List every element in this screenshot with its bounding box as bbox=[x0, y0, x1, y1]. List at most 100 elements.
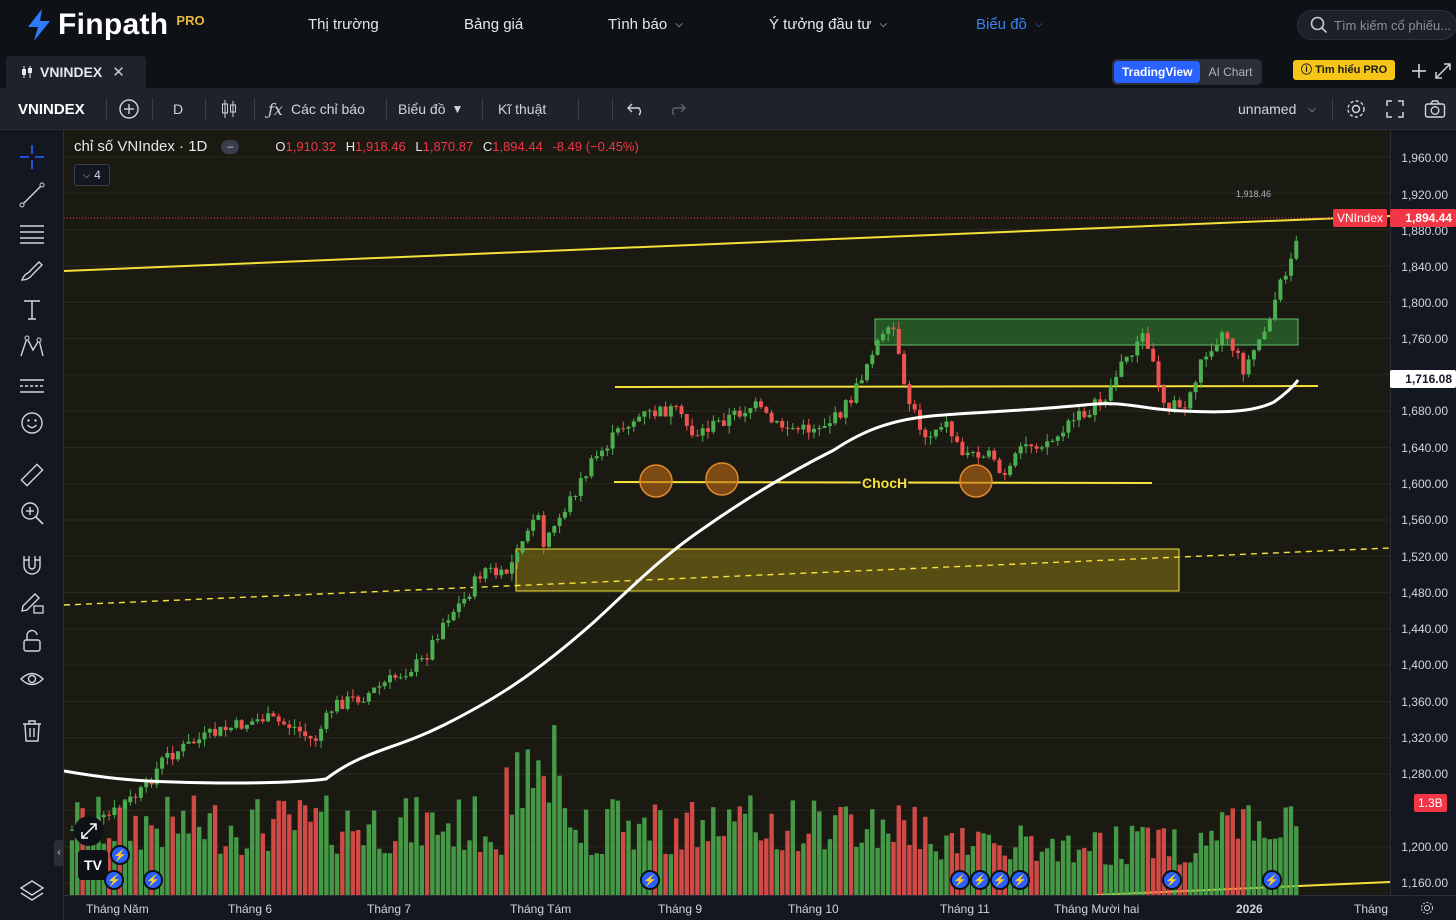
settings-button[interactable] bbox=[1345, 88, 1367, 130]
compare-symbol-button[interactable] bbox=[118, 88, 140, 130]
visibility-tool[interactable] bbox=[17, 664, 47, 694]
last-price-badge: 1,894.44 bbox=[1390, 209, 1456, 227]
candle-body bbox=[1278, 279, 1283, 300]
chevron-down-icon: ⌵ bbox=[879, 19, 888, 30]
pattern-tool[interactable] bbox=[17, 332, 47, 362]
legend-title[interactable]: chỉ số VNIndex · 1D bbox=[74, 138, 207, 155]
event-marker[interactable]: ⚡ bbox=[1010, 870, 1030, 890]
trend-line-tool[interactable] bbox=[17, 180, 47, 210]
event-marker[interactable]: ⚡ bbox=[104, 870, 124, 890]
close-icon[interactable]: ✕ bbox=[112, 63, 125, 81]
volume-bar bbox=[939, 859, 944, 895]
remove-drawings-tool[interactable] bbox=[17, 716, 47, 746]
event-marker[interactable]: ⚡ bbox=[990, 870, 1010, 890]
tab-vnindex[interactable]: VNINDEX ✕ bbox=[6, 56, 146, 88]
emoji-tool[interactable] bbox=[17, 408, 47, 438]
volume-bar bbox=[430, 812, 435, 895]
screenshot-button[interactable] bbox=[1424, 88, 1446, 130]
event-marker[interactable]: ⚡ bbox=[1262, 870, 1282, 890]
legend-toggle-button[interactable]: – bbox=[221, 139, 240, 154]
volume-bar bbox=[313, 808, 318, 895]
candle-body bbox=[1209, 351, 1214, 357]
nav-charts[interactable]: Biểu đồ ⌵ bbox=[976, 16, 1042, 33]
brush-tool[interactable] bbox=[17, 256, 47, 286]
volume-badge: 1.3B bbox=[1414, 794, 1447, 812]
volume-bar bbox=[165, 796, 170, 895]
object-tree-tool[interactable] bbox=[17, 876, 47, 906]
brand-logo[interactable]: Finpath PRO bbox=[26, 8, 205, 42]
redo-button[interactable] bbox=[668, 88, 686, 130]
fullscreen-icon bbox=[1386, 100, 1404, 118]
chart-style-button[interactable] bbox=[220, 88, 238, 130]
candle-body bbox=[393, 675, 398, 678]
undo-button[interactable] bbox=[627, 88, 645, 130]
tradingview-logo[interactable]: TV bbox=[78, 850, 108, 880]
interval-selector[interactable]: D bbox=[173, 88, 183, 130]
event-marker[interactable]: ⚡ bbox=[143, 870, 163, 890]
indicators-button[interactable]: ƒx Các chỉ báo bbox=[268, 88, 365, 130]
unlock-icon bbox=[23, 629, 41, 652]
candle-body bbox=[902, 353, 907, 385]
ai-chart-toggle[interactable]: AI Chart bbox=[1200, 61, 1260, 83]
candle-body bbox=[668, 406, 673, 417]
indicators-collapse-button[interactable]: ⌵ 4 bbox=[74, 164, 110, 186]
volume-bar bbox=[1029, 836, 1034, 895]
crosshair-tool[interactable] bbox=[17, 142, 47, 172]
time-axis[interactable]: Tháng Năm Tháng 6 Tháng 7 Tháng Tám Thán… bbox=[64, 895, 1456, 920]
text-tool[interactable] bbox=[17, 294, 47, 324]
nav-investment-ideas[interactable]: Ý tưởng đầu tư ⌵ bbox=[769, 16, 887, 33]
volume-bar bbox=[1034, 860, 1039, 895]
expand-icon[interactable] bbox=[1434, 62, 1452, 80]
chart-type-dropdown[interactable]: Biểu đồ ▼ bbox=[398, 88, 463, 130]
candle-body bbox=[456, 603, 461, 612]
close-value: 1,894.44 bbox=[492, 139, 543, 154]
lock-tool[interactable] bbox=[17, 626, 47, 656]
learn-pro-button[interactable]: ⓘ Tìm hiểu PRO bbox=[1293, 60, 1396, 80]
plus-icon[interactable] bbox=[1410, 62, 1428, 80]
maximize-chart-button[interactable] bbox=[74, 816, 104, 846]
forecast-tool[interactable] bbox=[17, 370, 47, 400]
event-marker[interactable]: ⚡ bbox=[110, 845, 130, 865]
volume-bar bbox=[477, 851, 483, 895]
volume-bar bbox=[69, 840, 75, 895]
volume-bar bbox=[742, 813, 748, 895]
candle-body bbox=[764, 407, 769, 413]
price-tick: 1,960.00 bbox=[1401, 151, 1448, 165]
layout-selector[interactable]: unnamed ⌵ bbox=[1238, 88, 1316, 130]
nav-market[interactable]: Thị trường bbox=[308, 16, 379, 33]
candle-body bbox=[366, 692, 371, 702]
price-axis[interactable]: 1,960.00 1,920.00 1,880.00 1,840.00 1,80… bbox=[1390, 130, 1456, 895]
fullscreen-button[interactable] bbox=[1385, 88, 1405, 130]
candle-body bbox=[573, 495, 578, 497]
event-marker[interactable]: ⚡ bbox=[1162, 870, 1182, 890]
collapse-toolbar-button[interactable]: ‹ bbox=[54, 840, 64, 866]
ruler-tool[interactable] bbox=[17, 460, 47, 490]
zoom-tool[interactable] bbox=[17, 498, 47, 528]
tradingview-toggle[interactable]: TradingView bbox=[1114, 61, 1201, 83]
volume-bar bbox=[483, 836, 488, 895]
volume-bar bbox=[626, 820, 631, 895]
volume-bar bbox=[1288, 806, 1294, 895]
nav-price-board[interactable]: Bảng giá bbox=[464, 16, 523, 33]
event-marker[interactable]: ⚡ bbox=[950, 870, 970, 890]
event-marker[interactable]: ⚡ bbox=[640, 870, 660, 890]
nav-intelligence[interactable]: Tình báo ⌵ bbox=[608, 16, 683, 33]
magnet-tool[interactable] bbox=[17, 550, 47, 580]
candle-body bbox=[462, 598, 467, 604]
time-axis-settings-icon[interactable] bbox=[1420, 901, 1434, 915]
technical-button[interactable]: Kĩ thuật bbox=[498, 88, 546, 130]
candle-body bbox=[218, 726, 223, 736]
volume-bar bbox=[1113, 826, 1119, 895]
event-marker[interactable]: ⚡ bbox=[970, 870, 990, 890]
candle-body bbox=[711, 420, 716, 432]
symbol-selector[interactable]: VNINDEX bbox=[18, 88, 85, 130]
horizontal-lines-tool[interactable] bbox=[17, 218, 47, 248]
candle-body bbox=[472, 576, 477, 597]
price-chart[interactable]: ChocH 1,918.46 bbox=[64, 130, 1390, 895]
volume-bar bbox=[1204, 845, 1209, 895]
lock-drawing-tool[interactable] bbox=[17, 588, 47, 618]
volume-bar bbox=[340, 831, 345, 895]
volume-bar bbox=[864, 829, 870, 895]
stock-search-input[interactable]: Tìm kiếm cổ phiếu... bbox=[1297, 10, 1456, 40]
volume-bar bbox=[875, 847, 880, 895]
